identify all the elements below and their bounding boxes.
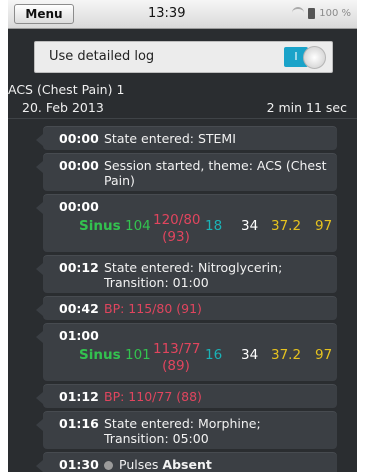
vital-bp-value: 120/80 — [153, 212, 201, 228]
entry-text: Pulses Absent — [104, 457, 329, 472]
vital-blood-pressure: 113/77 (89) — [153, 341, 201, 375]
session-duration: 2 min 11 sec — [266, 100, 347, 115]
vital-blood-pressure: 120/80 (93) — [153, 212, 201, 246]
entry-text: State entered: STEMI — [104, 131, 236, 146]
vital-etco2: 97 — [315, 347, 333, 363]
vital-bp-map: (93) — [162, 229, 190, 245]
entry-text: BP: 110/77 (88) — [104, 389, 202, 404]
vital-heart-rate: 104 — [125, 218, 151, 234]
vital-resp-rate: 34 — [241, 218, 259, 234]
status-bar: Menu 13:39 100 % — [8, 0, 357, 29]
session-title: ACS (Chest Pain) 1 — [8, 82, 125, 97]
clock: 13:39 — [148, 6, 186, 21]
detailed-log-switch[interactable]: I — [284, 46, 326, 69]
entry-time: 00:00 — [59, 158, 99, 173]
log-entry[interactable]: 00:00 Session started, theme: ACS (Chest… — [36, 152, 338, 192]
log-entry-vitals[interactable]: 01:00 Sinus 101 113/77 (89) 16 34 37.2 9… — [36, 322, 338, 382]
entry-text-prefix: Pulses — [119, 457, 159, 472]
vital-bp-value: 113/77 — [153, 341, 201, 357]
status-icons: 100 % — [292, 7, 351, 19]
session-date: 20. Feb 2013 — [22, 100, 104, 115]
menu-button[interactable]: Menu — [14, 4, 74, 24]
entry-time: 01:12 — [59, 389, 99, 404]
log-entry[interactable]: 00:42 BP: 115/80 (91) — [36, 295, 338, 321]
vital-rhythm: Sinus — [79, 218, 121, 234]
entry-text: Session started, theme: ACS (Chest Pain) — [104, 158, 327, 188]
entry-time: 00:12 — [59, 260, 99, 275]
entry-time: 00:00 — [59, 131, 99, 146]
battery-icon — [308, 7, 316, 19]
vital-spo2: 18 — [205, 218, 223, 234]
vital-temperature: 37.2 — [271, 218, 302, 234]
entry-text-bold: Absent — [162, 457, 212, 472]
log-entry[interactable]: 01:16 State entered: Morphine; Transitio… — [36, 410, 338, 450]
battery-percent: 100 % — [319, 7, 351, 19]
device-screen: Menu 13:39 100 % Use detailed log I ACS … — [8, 0, 357, 472]
vital-rhythm: Sinus — [79, 347, 121, 363]
detailed-log-toggle-row: Use detailed log I — [34, 41, 333, 73]
log-entry[interactable]: 01:12 BP: 110/77 (88) — [36, 383, 338, 409]
switch-knob[interactable] — [303, 46, 326, 69]
log-entry-vitals[interactable]: 00:00 Sinus 104 120/80 (93) 18 34 37.2 9… — [36, 193, 338, 253]
entry-text: BP: 115/80 (91) — [104, 301, 202, 316]
entry-time: 01:30 — [59, 457, 99, 472]
vitals-row: Sinus 104 120/80 (93) 18 34 37.2 97 — [43, 212, 337, 250]
vital-bp-map: (89) — [162, 358, 190, 374]
vital-resp-rate: 34 — [241, 347, 259, 363]
entry-time: 00:42 — [59, 301, 99, 316]
entry-text: State entered: Nitroglycerin; Transition… — [104, 260, 283, 290]
divider — [8, 118, 357, 119]
entry-text: State entered: Morphine; Transition: 05:… — [104, 416, 261, 446]
vital-etco2: 97 — [315, 218, 333, 234]
wifi-icon — [292, 7, 305, 19]
detailed-log-label: Use detailed log — [49, 49, 155, 64]
log-entry[interactable]: 01:30 Pulses Absent — [36, 451, 338, 472]
vital-spo2: 16 — [205, 347, 223, 363]
log-entry[interactable]: 00:12 State entered: Nitroglycerin; Tran… — [36, 254, 338, 294]
entry-time: 01:16 — [59, 416, 99, 431]
pulse-icon — [104, 461, 113, 470]
vital-temperature: 37.2 — [271, 347, 302, 363]
vitals-row: Sinus 101 113/77 (89) 16 34 37.2 97 — [43, 341, 337, 379]
vital-heart-rate: 101 — [125, 347, 151, 363]
log-entry[interactable]: 00:00 State entered: STEMI — [36, 125, 338, 151]
